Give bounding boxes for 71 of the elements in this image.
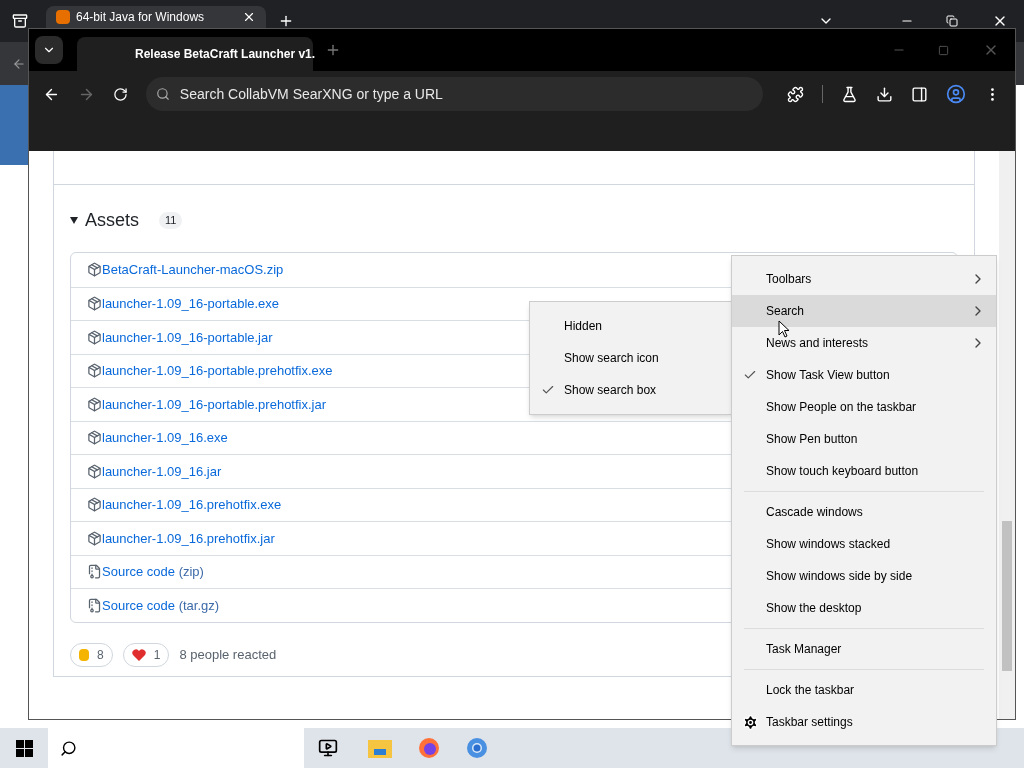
- menu-item[interactable]: Search: [732, 295, 996, 327]
- heart-icon: [131, 648, 146, 661]
- menu-item[interactable]: Toolbars: [732, 263, 996, 295]
- tab-list-button[interactable]: [35, 36, 63, 64]
- package-icon: [87, 329, 102, 345]
- menu-item[interactable]: Show search icon: [530, 342, 732, 374]
- menu-item[interactable]: Cascade windows: [732, 496, 996, 528]
- package-icon: [87, 396, 102, 412]
- windows-logo-icon[interactable]: [16, 739, 33, 757]
- package-icon: [87, 463, 102, 479]
- asset-link[interactable]: launcher-1.09_16.prehotfix.exe: [102, 495, 282, 515]
- asset-link[interactable]: Source code (zip): [102, 562, 204, 582]
- browser-tab[interactable]: Release BetaCraft Launcher v1.: [77, 37, 313, 71]
- side-panel-icon[interactable]: [911, 85, 929, 103]
- check-icon: [743, 368, 757, 382]
- asset-link[interactable]: launcher-1.09_16-portable.prehotfix.exe: [102, 361, 333, 381]
- menu-item[interactable]: Lock the taskbar: [732, 674, 996, 706]
- scrollbar-thumb[interactable]: [1002, 521, 1012, 671]
- new-tab-icon[interactable]: [278, 13, 294, 29]
- asset-link[interactable]: launcher-1.09_16-portable.prehotfix.jar: [102, 394, 327, 414]
- menu-item[interactable]: News and interests: [732, 327, 996, 359]
- menu-item[interactable]: Show windows side by side: [732, 560, 996, 592]
- disclosure-triangle-icon[interactable]: [70, 217, 78, 224]
- asset-link[interactable]: BetaCraft-Launcher-macOS.zip: [102, 260, 284, 280]
- close-icon[interactable]: [242, 10, 256, 24]
- menu-item[interactable]: Show windows stacked: [732, 528, 996, 560]
- search-icon: [155, 87, 170, 101]
- menu-item[interactable]: Hidden: [530, 310, 732, 342]
- puzzle-icon[interactable]: [787, 85, 805, 103]
- asset-link[interactable]: launcher-1.09_16-portable.jar: [102, 327, 273, 347]
- asset-link[interactable]: launcher-1.09_16-portable.exe: [102, 294, 280, 314]
- address-input[interactable]: Search CollabVM SearXNG or type a URL: [179, 83, 754, 105]
- package-icon: [87, 430, 102, 446]
- menu-item[interactable]: Show Pen button: [732, 423, 996, 455]
- menu-item[interactable]: Show search box: [530, 374, 732, 406]
- assets-heading[interactable]: Assets: [85, 207, 140, 234]
- flask-icon[interactable]: [841, 85, 859, 103]
- archive-file-icon: [87, 597, 102, 613]
- reload-icon[interactable]: [112, 86, 128, 102]
- menu-item[interactable]: Show touch keyboard button: [732, 455, 996, 487]
- restore-icon[interactable]: [946, 15, 958, 27]
- asset-link[interactable]: launcher-1.09_16.exe: [102, 428, 228, 448]
- archive-file-icon: [87, 564, 102, 580]
- package-icon: [87, 262, 102, 278]
- assets-count: 11: [159, 212, 183, 229]
- menu-item[interactable]: Taskbar settings: [732, 706, 996, 738]
- package-icon: [87, 296, 102, 312]
- tab-search-icon[interactable]: [12, 13, 28, 29]
- mouse-cursor-icon: [778, 320, 790, 338]
- profile-icon[interactable]: [946, 84, 967, 104]
- browser-tab[interactable]: 64-bit Java for Windows: [46, 6, 266, 28]
- download-icon[interactable]: [876, 85, 894, 103]
- package-icon: [87, 497, 102, 513]
- package-icon: [87, 530, 102, 546]
- java-icon: [56, 10, 70, 24]
- menu-item[interactable]: Task Manager: [732, 633, 996, 665]
- task-view-icon[interactable]: [318, 738, 338, 758]
- package-icon: [87, 363, 102, 379]
- menu-item[interactable]: Show the desktop: [732, 592, 996, 624]
- asset-link[interactable]: launcher-1.09_16.prehotfix.jar: [102, 528, 275, 548]
- menu-item[interactable]: Show People on the taskbar: [732, 391, 996, 423]
- asset-link[interactable]: launcher-1.09_16.jar: [102, 461, 222, 481]
- scrollbar[interactable]: [999, 151, 1015, 719]
- menu-item[interactable]: Show Task View button: [732, 359, 996, 391]
- gear-icon: [742, 713, 759, 731]
- address-bar[interactable]: Search CollabVM SearXNG or type a URL: [145, 77, 764, 111]
- check-icon: [541, 383, 555, 397]
- search-icon: [60, 739, 77, 757]
- reactions-summary: 8 people reacted: [179, 645, 277, 664]
- asset-link[interactable]: Source code (tar.gz): [102, 595, 220, 615]
- folder-icon[interactable]: [368, 738, 392, 758]
